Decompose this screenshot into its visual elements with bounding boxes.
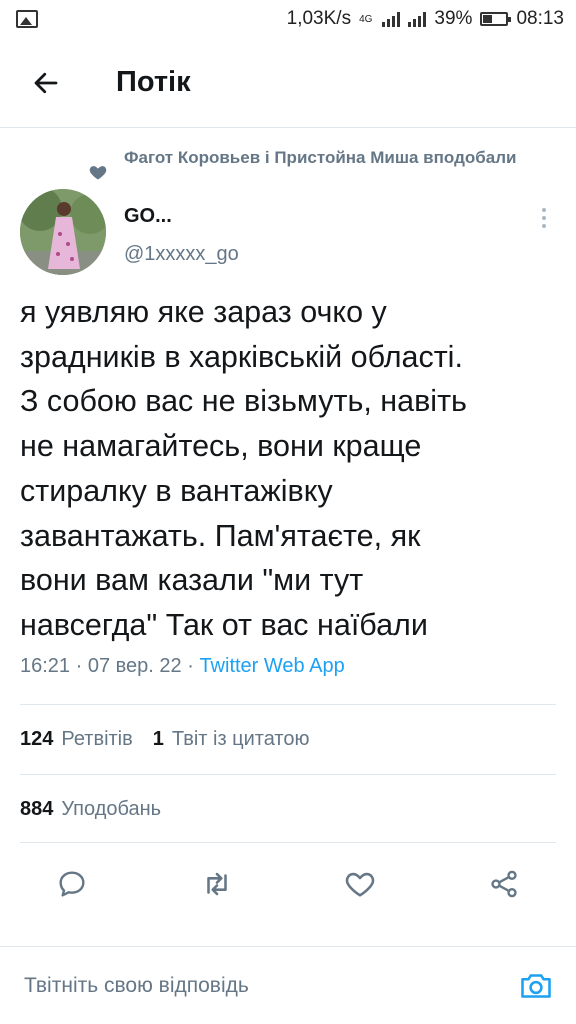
divider [20,842,556,843]
quotes-stat[interactable]: 1 Твіт із цитатою [153,728,310,751]
retweet-button[interactable] [195,862,239,906]
likes-stats: 884 Уподобань [20,798,161,821]
retweets-stat[interactable]: 124 Ретвітів [20,728,133,751]
top-app-bar: Потік [0,38,576,128]
meta-separator: · [181,655,200,677]
signal-icon-2 [408,11,427,27]
quotes-label: Твіт із цитатою [171,728,310,750]
quotes-count: 1 [152,728,164,750]
tweet-actions [0,862,576,906]
back-button[interactable] [16,53,76,113]
likes-label: Уподобань [61,798,162,820]
likes-count: 884 [20,798,54,820]
network-speed: 1,03K/s [286,8,352,29]
tweet-text: я уявляю яке зараз очко у зрадників в ха… [20,295,467,642]
retweet-stats: 124 Ретвітів 1 Твіт із цитатою [20,728,310,751]
gallery-notification-icon [16,10,38,28]
battery-icon [480,12,512,26]
signal-icon [382,11,401,27]
like-button[interactable] [338,862,382,906]
arrow-left-icon [34,72,58,93]
heart-icon [345,872,375,897]
heart-icon [89,166,107,180]
reply-button[interactable] [50,862,94,906]
social-context[interactable]: Фагот Коровьев і Пристойна Миша вподобал… [88,144,528,182]
divider [20,704,556,705]
reply-composer: Твітніть свою відповідь [0,946,576,1024]
tweet-source-link[interactable]: Twitter Web App [199,655,344,678]
reply-input[interactable]: Твітніть свою відповідь [24,974,516,998]
avatar-image [20,189,106,275]
share-button[interactable] [482,862,526,906]
author-name[interactable]: GO... [124,205,172,228]
more-vertical-icon [542,208,546,228]
divider [20,774,556,775]
author-handle[interactable]: @1xxxxx_go [124,243,239,266]
retweets-label: Ретвітів [61,728,133,750]
likes-stat[interactable]: 884 Уподобань [20,798,161,821]
liked-by-text: Фагот Коровьев і Пристойна Миша вподобал… [124,148,517,167]
more-options-button[interactable] [532,203,556,233]
page-title: Потік [116,66,191,98]
clock: 08:13 [516,8,564,29]
camera-icon [521,973,551,998]
retweet-icon [207,872,227,896]
comment-icon [59,871,85,897]
camera-button[interactable] [516,966,556,1006]
status-bar: 1,03K/s 4G 39% 08:13 [0,0,576,38]
avatar[interactable] [20,189,106,275]
battery-percent: 39% [434,8,473,29]
tweet-date: 07 вер. 22 [87,655,182,677]
network-type: 4G [359,13,373,25]
meta-separator: · [70,655,88,677]
retweets-count: 124 [20,728,54,750]
tweet-meta: 16:21 · 07 вер. 22 · Twitter Web App [20,655,345,678]
share-icon [491,870,517,898]
tweet-time: 16:21 [20,655,71,677]
